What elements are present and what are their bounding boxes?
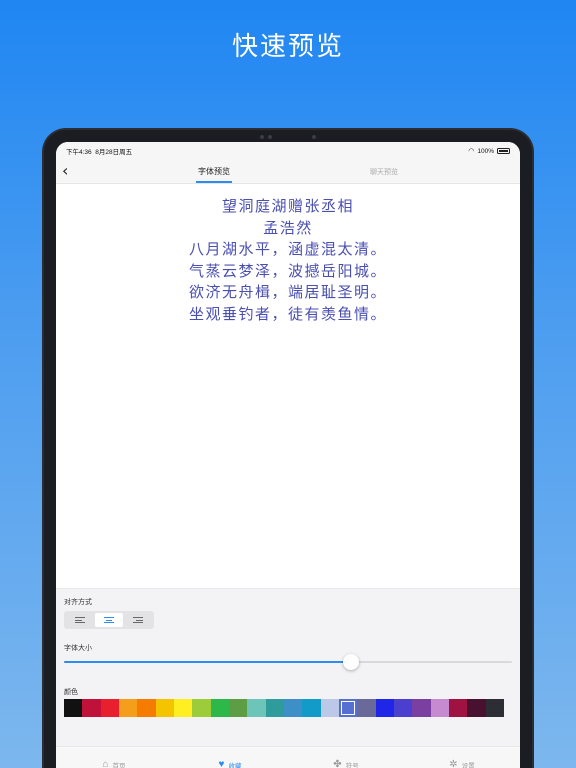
tabbar-item-symbols[interactable]: ✤ 符号 bbox=[288, 747, 404, 768]
battery-icon bbox=[497, 148, 510, 154]
color-swatch[interactable] bbox=[283, 699, 303, 717]
align-center-button[interactable] bbox=[94, 613, 124, 627]
tab-font-preview[interactable]: 字体预览 bbox=[196, 166, 232, 183]
color-palette bbox=[64, 699, 504, 717]
chevron-left-icon[interactable]: ‹ bbox=[62, 162, 68, 180]
tablet-frame: 下午4:36 8月28日周五 ◠ 100% ‹ 字体预览 聊天预览 望洞庭湖赠张… bbox=[44, 130, 532, 768]
poem-line: 气蒸云梦泽，波撼岳阳城。 bbox=[188, 261, 387, 280]
align-left-button[interactable] bbox=[66, 613, 95, 627]
font-preview-area: 望洞庭湖赠张丞相 孟浩然 八月湖水平，涵虚混太清。 气蒸云梦泽，波撼岳阳城。 欲… bbox=[56, 184, 520, 588]
poem-author: 孟浩然 bbox=[263, 218, 313, 237]
font-size-label: 字体大小 bbox=[64, 645, 92, 652]
color-swatch[interactable] bbox=[393, 699, 413, 717]
tabbar-label: 设置 bbox=[461, 762, 475, 768]
color-swatch[interactable] bbox=[338, 699, 358, 717]
color-label: 颜色 bbox=[64, 689, 78, 696]
color-swatch[interactable] bbox=[430, 699, 449, 717]
settings-panel: 对齐方式 字体大小 颜色 bbox=[56, 588, 520, 768]
tab-bar: ⌂ 首页 ♥ 收藏 ✤ 符号 ✲ 设置 bbox=[56, 746, 520, 768]
align-right-icon bbox=[132, 617, 143, 623]
color-swatch[interactable] bbox=[155, 699, 174, 717]
poem-title: 望洞庭湖赠张丞相 bbox=[221, 197, 354, 215]
align-label: 对齐方式 bbox=[64, 599, 92, 606]
color-swatch[interactable] bbox=[82, 699, 101, 717]
tab-chat-preview[interactable]: 聊天预览 bbox=[364, 167, 404, 177]
nav-bar: ‹ 字体预览 聊天预览 bbox=[56, 160, 520, 184]
app-screen: 下午4:36 8月28日周五 ◠ 100% ‹ 字体预览 聊天预览 望洞庭湖赠张… bbox=[56, 142, 520, 768]
color-swatch[interactable] bbox=[64, 699, 83, 717]
alignment-segmented-control bbox=[64, 611, 154, 629]
color-swatch[interactable] bbox=[357, 699, 376, 717]
color-swatch[interactable] bbox=[265, 699, 284, 717]
sensor-dot bbox=[268, 135, 272, 139]
align-right-button[interactable] bbox=[123, 613, 152, 627]
slider-fill bbox=[64, 661, 351, 663]
color-swatch[interactable] bbox=[467, 699, 486, 717]
tabbar-label: 首页 bbox=[112, 762, 126, 768]
color-swatch[interactable] bbox=[210, 699, 229, 717]
wifi-icon: ◠ bbox=[468, 148, 475, 155]
tabbar-label: 收藏 bbox=[228, 762, 242, 768]
slider-thumb[interactable] bbox=[342, 654, 359, 670]
color-swatch[interactable] bbox=[375, 699, 394, 717]
grid-icon: ✤ bbox=[333, 758, 342, 768]
gear-icon: ✲ bbox=[449, 758, 458, 768]
color-swatch[interactable] bbox=[173, 699, 193, 717]
tabbar-item-home[interactable]: ⌂ 首页 bbox=[56, 747, 172, 768]
battery-percent: 100% bbox=[477, 147, 494, 155]
status-date: 8月28日周五 bbox=[95, 149, 133, 156]
banner-title: 快速预览 bbox=[231, 32, 344, 62]
color-swatch[interactable] bbox=[100, 699, 119, 717]
tabbar-item-settings[interactable]: ✲ 设置 bbox=[404, 747, 520, 768]
color-swatch[interactable] bbox=[320, 699, 339, 717]
align-left-icon bbox=[75, 617, 86, 623]
poem-line: 坐观垂钓者，徒有羡鱼情。 bbox=[188, 304, 387, 323]
color-swatch[interactable] bbox=[247, 699, 266, 717]
color-swatch[interactable] bbox=[192, 699, 211, 717]
color-swatch[interactable] bbox=[448, 699, 468, 717]
poem-line: 欲济无舟楫，端居耻圣明。 bbox=[188, 283, 387, 301]
color-swatch[interactable] bbox=[228, 699, 248, 717]
tabbar-label: 符号 bbox=[345, 762, 359, 768]
color-swatch[interactable] bbox=[485, 699, 504, 717]
color-swatch[interactable] bbox=[412, 699, 431, 717]
color-swatch[interactable] bbox=[137, 699, 156, 717]
status-time: 下午4:36 bbox=[66, 149, 92, 156]
sensor-dot bbox=[260, 135, 264, 139]
poem-line: 八月湖水平，涵虚混太清。 bbox=[188, 240, 387, 258]
home-icon: ⌂ bbox=[102, 758, 109, 768]
status-bar: 下午4:36 8月28日周五 ◠ 100% bbox=[56, 142, 520, 160]
align-center-icon bbox=[104, 617, 114, 623]
tabbar-item-favorites[interactable]: ♥ 收藏 bbox=[172, 747, 288, 768]
color-swatch[interactable] bbox=[118, 699, 138, 717]
font-size-slider[interactable] bbox=[64, 654, 512, 670]
camera-icon bbox=[312, 135, 316, 139]
heart-icon: ♥ bbox=[218, 758, 225, 768]
color-swatch[interactable] bbox=[302, 699, 321, 717]
